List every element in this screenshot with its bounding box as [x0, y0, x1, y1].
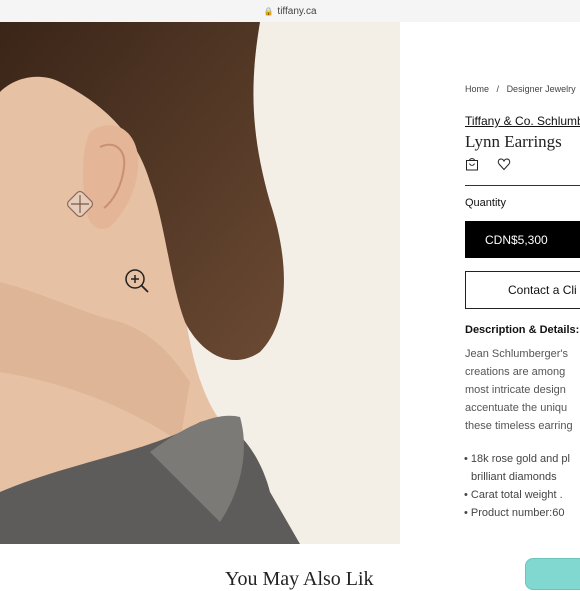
breadcrumb-home[interactable]: Home	[465, 84, 489, 94]
details-list: • 18k rose gold and pl brilliant diamond…	[464, 450, 580, 522]
description-text: Jean Schlumberger's creations are among …	[465, 345, 580, 435]
description-line: accentuate the uniqu	[465, 402, 568, 414]
contact-client-care-button[interactable]: Contact a Cli	[465, 271, 580, 309]
address-bar[interactable]: 🔒 tiffany.ca	[0, 0, 580, 23]
detail-item: • 18k rose gold and pl	[464, 453, 570, 465]
heart-icon[interactable]	[497, 157, 511, 171]
zoom-in-icon[interactable]	[124, 268, 150, 294]
quantity-label: Quantity	[465, 197, 506, 209]
product-title: Lynn Earrings	[465, 132, 562, 151]
breadcrumb-designer-jewelry[interactable]: Designer Jewelry	[507, 84, 576, 94]
lock-icon: 🔒	[263, 6, 274, 16]
description-line: most intricate design	[465, 384, 566, 396]
detail-item-continued: brilliant diamonds	[471, 471, 557, 483]
product-details-panel: Home / Designer Jewelry / Tiffany & Co. …	[400, 22, 580, 544]
chat-button[interactable]	[525, 558, 580, 590]
description-line: creations are among	[465, 366, 566, 378]
url-text: tiffany.ca	[277, 5, 317, 17]
description-heading: Description & Details:	[465, 324, 580, 336]
product-actions	[465, 157, 511, 171]
detail-item: • Carat total weight .	[464, 489, 563, 501]
breadcrumb-separator: /	[496, 84, 500, 94]
description-line: these timeless earring	[465, 420, 573, 432]
description-line: Jean Schlumberger's	[465, 348, 568, 360]
shopping-bag-icon[interactable]	[465, 157, 479, 171]
product-collection-link[interactable]: Tiffany & Co. Schlumb	[465, 114, 580, 128]
breadcrumb: Home / Designer Jewelry /	[465, 84, 580, 94]
divider	[465, 185, 580, 186]
detail-item: • Product number:60	[464, 507, 565, 519]
product-photo[interactable]	[0, 22, 400, 544]
price-button[interactable]: CDN$5,300	[465, 221, 580, 258]
